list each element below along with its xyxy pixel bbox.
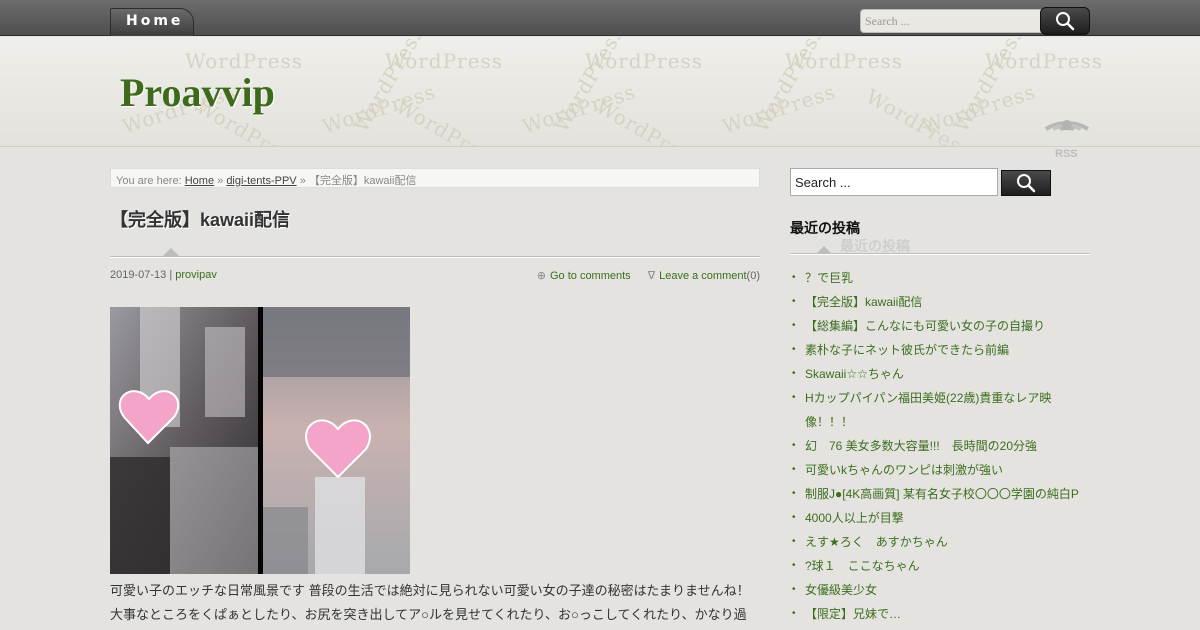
list-item: 幻 76 美女多数大容量!!! 長時間の20分強 (790, 434, 1090, 458)
recent-post-link[interactable]: 女優級美少女 (805, 583, 877, 597)
recent-post-link[interactable]: 【総集編】こんなにも可愛い女の子の自撮り (805, 319, 1045, 333)
list-item: 制服J●[4K高画質] 某有名女子校〇〇〇学園の純白P (790, 482, 1090, 506)
recent-post-link[interactable]: 【限定】兄妹で… (805, 607, 901, 621)
breadcrumb-separator: » (217, 175, 224, 187)
breadcrumb-home-link[interactable]: Home (185, 175, 214, 187)
main-content: You are here: Home » digi-tents-PPV » 【完… (110, 168, 760, 630)
list-item: 【完全版】kawaii配信 (790, 290, 1090, 314)
watermark-text: WordPress (591, 94, 707, 147)
post-comment-links: ⊕ Go to comments ∇ Leave a comment(0) (537, 269, 760, 282)
top-search-input[interactable] (860, 9, 1045, 33)
list-item: 可愛いkちゃんのワンピは刺激が強い (790, 458, 1090, 482)
list-item: 女優級美少女 (790, 578, 1090, 602)
comment-count: (0) (746, 270, 760, 282)
recent-post-link[interactable]: 素朴な子にネット彼氏ができたら前編 (805, 343, 1009, 357)
recent-posts-list: ？で巨乳 【完全版】kawaii配信 【総集編】こんなにも可愛い女の子の自撮り … (790, 266, 1090, 626)
recent-post-link[interactable]: 可愛いkちゃんのワンピは刺激が強い (805, 463, 1003, 477)
post-thumbnail-image[interactable] (110, 307, 410, 574)
sidebar-search-input[interactable] (790, 168, 998, 196)
site-title[interactable]: Proavvip (120, 69, 275, 116)
sidebar-search-button[interactable] (1001, 170, 1051, 196)
list-item: 【総集編】こんなにも可愛い女の子の自撮り (790, 314, 1090, 338)
recent-post-link[interactable]: Skawaii☆☆ちゃん (805, 367, 904, 381)
post-author-link[interactable]: provipav (175, 269, 217, 281)
post-body-line: 可愛い子のエッチな日常風景です 普段の生活では絶対に見られない可愛い女の子達の秘… (110, 583, 750, 598)
widget-divider (790, 253, 1090, 255)
post-title: 【完全版】kawaii配信 (110, 210, 291, 230)
watermark-text: WordPress (391, 94, 507, 147)
list-item: 【限定】兄妹で… (790, 602, 1090, 626)
rss-label[interactable]: RSS (1055, 148, 1078, 160)
recent-post-link[interactable]: ？で巨乳 (805, 271, 853, 285)
top-search-form (860, 7, 1090, 35)
post-date: 2019-07-13 (110, 269, 167, 281)
site-header: WordPress WordPress WordPress WordPress … (0, 37, 1200, 147)
list-item: Skawaii☆☆ちゃん (790, 362, 1090, 386)
top-nav-bar: Home (0, 0, 1200, 36)
list-item: ？で巨乳 (790, 266, 1090, 290)
list-item: ?球１ ここなちゃん (790, 554, 1090, 578)
breadcrumb-category-link[interactable]: digi-tents-PPV (226, 175, 296, 187)
list-item: 素朴な子にネット彼氏ができたら前編 (790, 338, 1090, 362)
search-icon (1056, 12, 1075, 31)
post-body-line: 大事なところをくぱぁとしたり、お尻を突き出してア○ルを見せてくれたり、お○っこし… (110, 607, 747, 622)
top-search-button[interactable] (1040, 7, 1090, 35)
meta-separator: | (169, 269, 173, 281)
recent-post-link[interactable]: えす★ろく あすかちゃん (805, 535, 948, 549)
breadcrumb-separator: » (299, 175, 306, 187)
list-item: Hカップパイパン福田美姫(22歳)貴重なレア映像！！！ (790, 386, 1090, 434)
leave-comment-link[interactable]: Leave a comment (659, 270, 746, 282)
breadcrumb: You are here: Home » digi-tents-PPV » 【完… (110, 168, 760, 188)
breadcrumb-current: 【完全版】kawaii配信 (308, 175, 417, 187)
list-item: えす★ろく あすかちゃん (790, 530, 1090, 554)
title-divider (110, 256, 760, 258)
post-body: 可愛い子のエッチな日常風景です 普段の生活では絶対に見られない可愛い女の子達の秘… (110, 579, 760, 627)
leave-comment-icon: ∇ (647, 270, 656, 282)
pixelated-photo (110, 307, 410, 574)
recent-post-link[interactable]: 幻 76 美女多数大容量!!! 長時間の20分強 (805, 439, 1037, 453)
sidebar: 最近の投稿 最近の投稿 ？で巨乳 【完全版】kawaii配信 【総集編】こんなに… (790, 168, 1090, 630)
recent-post-link[interactable]: Hカップパイパン福田美姫(22歳)貴重なレア映像！！！ (805, 386, 1065, 434)
breadcrumb-prefix: You are here: (116, 175, 182, 187)
list-item: 4000人以上が目撃 (790, 506, 1090, 530)
recent-post-link[interactable]: ?球１ ここなちゃん (805, 559, 920, 573)
recent-posts-title: 最近の投稿 (790, 220, 860, 236)
recent-post-link[interactable]: 【完全版】kawaii配信 (805, 295, 922, 309)
search-icon (1017, 174, 1036, 193)
post-meta: 2019-07-13 | provipav ⊕ Go to comments ∇ L… (110, 269, 760, 282)
recent-post-link[interactable]: 4000人以上が目撃 (805, 511, 904, 525)
rss-icon[interactable] (1042, 85, 1092, 135)
nav-home-tab[interactable]: Home (110, 8, 194, 36)
recent-post-link[interactable]: 制服J●[4K高画質] 某有名女子校〇〇〇学園の純白P (805, 487, 1079, 501)
comments-icon: ⊕ (536, 270, 546, 282)
go-to-comments-link[interactable]: Go to comments (550, 270, 631, 282)
